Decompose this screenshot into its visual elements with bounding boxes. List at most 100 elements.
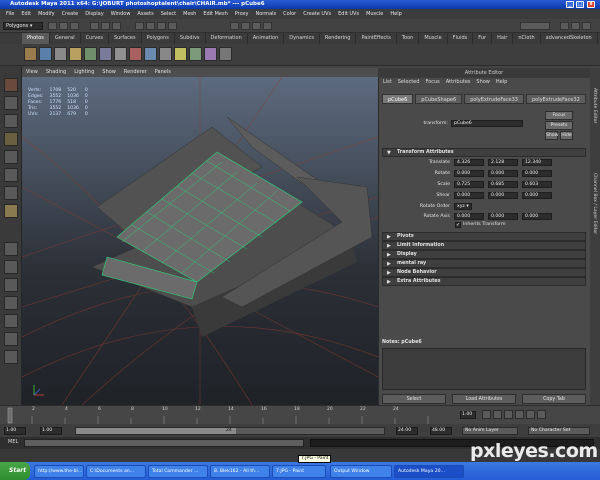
scale-x-field[interactable]: 0.725: [454, 181, 484, 188]
select-hierarchy-icon[interactable]: [90, 22, 99, 30]
minimize-button[interactable]: _: [566, 1, 574, 8]
shelf-tab-general[interactable]: General: [50, 33, 81, 44]
shelf-tab-photos[interactable]: Photos: [22, 33, 50, 44]
menu-display[interactable]: Display: [85, 9, 103, 19]
shelf-tab-painteffects[interactable]: PaintEffects: [356, 33, 397, 44]
lasso-tool-icon[interactable]: [4, 96, 18, 110]
shelf-item-icon[interactable]: [159, 47, 172, 61]
shelf-tab-muscle[interactable]: Muscle: [419, 33, 448, 44]
menu-mesh[interactable]: Mesh: [183, 9, 196, 19]
shelf-item-icon[interactable]: [84, 47, 97, 61]
menu-file[interactable]: File: [6, 9, 14, 19]
snap-point-icon[interactable]: [157, 22, 166, 30]
snap-grid-icon[interactable]: [135, 22, 144, 30]
menu-edit[interactable]: Edit: [21, 9, 31, 19]
load-attributes-button[interactable]: Load Attributes: [452, 394, 516, 404]
viewport-menu-lighting[interactable]: Lighting: [74, 68, 94, 77]
ipr-render-icon[interactable]: [252, 22, 261, 30]
rotate-y-field[interactable]: 0.000: [488, 170, 518, 177]
copy-tab-button[interactable]: Copy Tab: [522, 394, 586, 404]
viewport-menu-renderer[interactable]: Renderer: [124, 68, 147, 77]
menu-set-dropdown[interactable]: Polygons ▾: [3, 22, 43, 30]
go-to-start-icon[interactable]: [482, 410, 491, 419]
select-component-icon[interactable]: [112, 22, 121, 30]
ae-tab-polyextrudeface32[interactable]: polyExtrudeFace32: [526, 94, 586, 104]
shelf-tab-fluids[interactable]: Fluids: [448, 33, 474, 44]
open-scene-icon[interactable]: [59, 22, 68, 30]
shelf-item-icon[interactable]: [144, 47, 157, 61]
menu-help[interactable]: Help: [390, 9, 401, 19]
rotate-axis-z-field[interactable]: 0.000: [522, 213, 552, 220]
select-tool-icon[interactable]: [4, 78, 18, 92]
manipulator-tool-icon[interactable]: [4, 186, 18, 200]
scale-tool-icon[interactable]: [4, 168, 18, 182]
start-time-field[interactable]: 1.00: [4, 427, 26, 435]
play-back-icon[interactable]: [504, 410, 513, 419]
section-transform-attributes[interactable]: ▼ Transform Attributes: [382, 148, 586, 157]
shelf-tab-advancedskeleton[interactable]: advancedSkeleton: [541, 33, 598, 44]
shelf-tab-subdivs[interactable]: Subdivs: [175, 33, 206, 44]
rotate-z-field[interactable]: 0.000: [522, 170, 552, 177]
menu-muscle[interactable]: Muscle: [366, 9, 383, 19]
rotate-x-field[interactable]: 0.000: [454, 170, 484, 177]
layout-custom-icon[interactable]: [4, 350, 18, 364]
range-slider[interactable]: 24: [75, 427, 385, 435]
show-tool-settings-icon[interactable]: [571, 22, 580, 30]
taskbar-item-total-commander[interactable]: Total Commander ...: [148, 465, 208, 478]
shelf-tab-toon[interactable]: Toon: [397, 33, 420, 44]
layout-hypershade-icon[interactable]: [4, 314, 18, 328]
presets-button[interactable]: Presets: [545, 121, 573, 130]
section-extra-attributes[interactable]: ▶ Extra Attributes: [382, 277, 586, 286]
close-button[interactable]: x: [587, 1, 595, 8]
section-limit-information[interactable]: ▶ Limit Information: [382, 241, 586, 250]
render-settings-icon[interactable]: [263, 22, 272, 30]
shelf-tab-rendering[interactable]: Rendering: [320, 33, 357, 44]
layout-render-icon[interactable]: [4, 332, 18, 346]
section-display[interactable]: ▶ Display: [382, 250, 586, 259]
snap-surface-icon[interactable]: [168, 22, 177, 30]
shelf-item-icon[interactable]: [114, 47, 127, 61]
menu-edit-uvs[interactable]: Edit UVs: [338, 9, 359, 19]
shear-x-field[interactable]: 0.000: [454, 192, 484, 199]
shelf-tab-curves[interactable]: Curves: [81, 33, 109, 44]
taskbar-item-maya[interactable]: Autodesk Maya 20...: [394, 465, 464, 478]
play-forward-icon[interactable]: [515, 410, 524, 419]
step-forward-icon[interactable]: [526, 410, 535, 419]
paint-select-tool-icon[interactable]: [4, 114, 18, 128]
time-slider[interactable]: 2 4 6 8 10 12 14 16 18 20 22 24 1.00: [0, 405, 600, 424]
menu-create-uvs[interactable]: Create UVs: [303, 9, 331, 19]
ae-menu-show[interactable]: Show: [476, 78, 490, 87]
start-button[interactable]: Start: [0, 462, 30, 480]
inherits-transform-checkbox[interactable]: ✓: [455, 222, 461, 228]
input-line-field[interactable]: [520, 22, 550, 30]
shelf-tab-fur[interactable]: Fur: [473, 33, 493, 44]
current-frame-field[interactable]: 1.00: [460, 411, 476, 419]
render-icon[interactable]: [241, 22, 250, 30]
move-tool-icon[interactable]: [4, 132, 18, 146]
playback-end-field[interactable]: 24.00: [396, 427, 418, 435]
taskbar-item-output-window[interactable]: Output Window: [330, 465, 392, 478]
shear-y-field[interactable]: 0.000: [488, 192, 518, 199]
side-tab-attribute-editor[interactable]: Attribute Editor: [592, 88, 597, 123]
anim-layer-dropdown[interactable]: No Anim Layer: [462, 427, 518, 435]
show-attribute-editor-icon[interactable]: [560, 22, 569, 30]
shelf-item-icon[interactable]: [219, 47, 232, 61]
hide-button[interactable]: Hide: [560, 131, 573, 140]
rotate-tool-icon[interactable]: [4, 150, 18, 164]
translate-x-field[interactable]: 4.326: [454, 159, 484, 166]
ae-tab-pcube6[interactable]: pCube6: [382, 94, 414, 104]
taskbar-item-paint[interactable]: 7.JPG - Paint: [272, 465, 326, 478]
section-pivots[interactable]: ▶ Pivots: [382, 232, 586, 241]
new-scene-icon[interactable]: [48, 22, 57, 30]
shelf-item-icon[interactable]: [204, 47, 217, 61]
menu-modify[interactable]: Modify: [38, 9, 55, 19]
ae-menu-list[interactable]: List: [383, 78, 392, 87]
layout-graph-icon[interactable]: [4, 296, 18, 310]
step-back-icon[interactable]: [493, 410, 502, 419]
rotate-axis-y-field[interactable]: 0.000: [488, 213, 518, 220]
ae-menu-focus[interactable]: Focus: [425, 78, 439, 87]
mel-command-input[interactable]: [24, 439, 304, 447]
select-object-icon[interactable]: [101, 22, 110, 30]
scale-y-field[interactable]: 0.685: [488, 181, 518, 188]
notes-textarea[interactable]: [382, 348, 586, 390]
